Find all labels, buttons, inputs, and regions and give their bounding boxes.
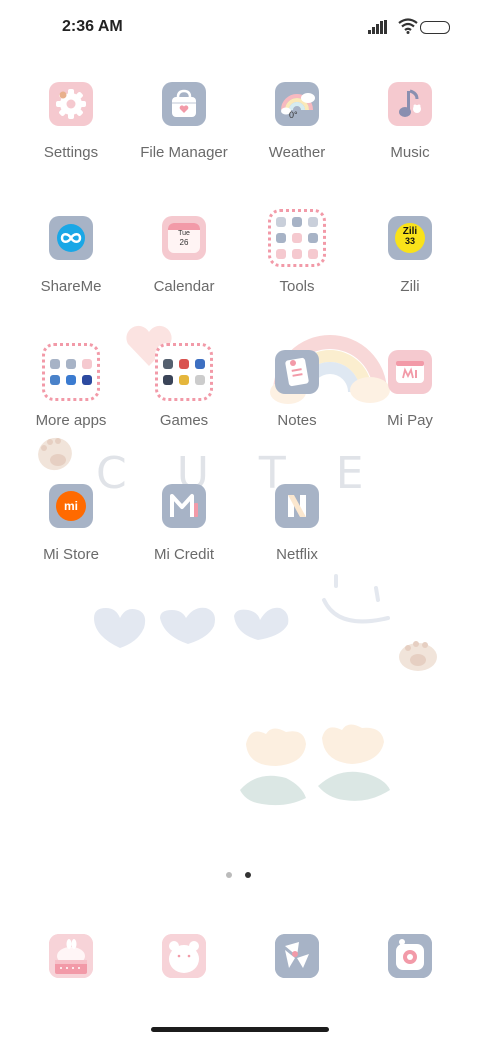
calendar-date: 26 xyxy=(179,238,189,247)
dock-phone-app[interactable] xyxy=(49,934,93,978)
dock-camera-app[interactable] xyxy=(388,934,432,978)
dock-messages-app[interactable] xyxy=(162,934,206,978)
more-apps-folder-icon xyxy=(42,343,100,401)
games-folder-icon xyxy=(155,343,213,401)
tulips-decoration xyxy=(240,724,390,806)
app-calendar[interactable]: Tue 26 Calendar xyxy=(128,216,240,295)
notes-icon xyxy=(275,350,319,394)
battery-icon xyxy=(420,21,450,34)
zili-logo-digits: 33 xyxy=(404,236,415,246)
page-dot-1[interactable] xyxy=(226,872,232,878)
app-notes[interactable]: Notes xyxy=(241,350,353,429)
music-icon xyxy=(388,82,432,126)
mi-store-logo: mi xyxy=(63,499,78,513)
file-manager-icon xyxy=(162,82,206,126)
app-label: Weather xyxy=(268,144,326,161)
app-label: Calendar xyxy=(153,278,215,295)
page-dot-2[interactable] xyxy=(245,872,251,878)
hearts-row-decoration xyxy=(94,607,289,648)
smile-decoration xyxy=(322,574,390,624)
app-label: Notes xyxy=(277,412,317,429)
weather-temp: 0° xyxy=(289,110,298,120)
paw-decoration xyxy=(38,437,72,471)
app-zili[interactable]: Zili 33 Zili xyxy=(354,216,466,295)
app-mi-store[interactable]: mi Mi Store xyxy=(15,484,127,563)
app-mi-pay[interactable]: Mi Pay xyxy=(354,350,466,429)
dock-browser-app[interactable] xyxy=(275,934,319,978)
app-label: More apps xyxy=(35,412,107,429)
status-bar: 2:36 AM xyxy=(0,0,480,56)
tools-folder-icon xyxy=(268,209,326,267)
paw-decoration-right xyxy=(399,641,437,671)
weather-icon: 0° xyxy=(275,82,319,126)
app-label: Tools xyxy=(279,278,315,295)
app-tools-folder[interactable]: Tools xyxy=(241,209,353,295)
app-shareme[interactable]: ShareMe xyxy=(15,216,127,295)
app-file-manager[interactable]: File Manager xyxy=(128,82,240,161)
app-label: Settings xyxy=(43,144,99,161)
app-music[interactable]: Music xyxy=(354,82,466,161)
app-netflix[interactable]: Netflix xyxy=(241,484,353,563)
calendar-day: Tue xyxy=(178,230,190,237)
zili-icon: Zili 33 xyxy=(388,216,432,260)
browser-icon xyxy=(275,934,319,978)
home-indicator-bar[interactable] xyxy=(151,1027,329,1032)
app-label: Music xyxy=(390,144,430,161)
app-label: Zili xyxy=(400,278,420,295)
app-label: Games xyxy=(159,412,209,429)
app-label: Mi Store xyxy=(43,546,99,563)
app-games-folder[interactable]: Games xyxy=(128,343,240,429)
app-label: Netflix xyxy=(276,546,318,563)
app-label: Mi Pay xyxy=(387,412,433,429)
app-weather[interactable]: 0° Weather xyxy=(241,82,353,161)
mi-store-icon: mi xyxy=(49,484,93,528)
settings-icon xyxy=(49,82,93,126)
netflix-icon xyxy=(275,484,319,528)
bear-icon xyxy=(162,934,206,978)
calendar-icon: Tue 26 xyxy=(162,216,206,260)
bunny-cake-icon xyxy=(49,934,93,978)
app-settings[interactable]: Settings xyxy=(15,82,127,161)
mi-credit-icon xyxy=(162,484,206,528)
app-label: Mi Credit xyxy=(153,546,214,563)
app-mi-credit[interactable]: Mi Credit xyxy=(128,484,240,563)
shareme-icon xyxy=(49,216,93,260)
signal-icon xyxy=(368,20,387,34)
app-label: File Manager xyxy=(140,144,228,161)
camera-icon xyxy=(388,934,432,978)
wifi-icon xyxy=(398,18,418,34)
status-time: 2:36 AM xyxy=(62,18,123,35)
app-more-apps-folder[interactable]: More apps xyxy=(15,343,127,429)
mi-pay-icon xyxy=(388,350,432,394)
app-label: ShareMe xyxy=(40,278,102,295)
